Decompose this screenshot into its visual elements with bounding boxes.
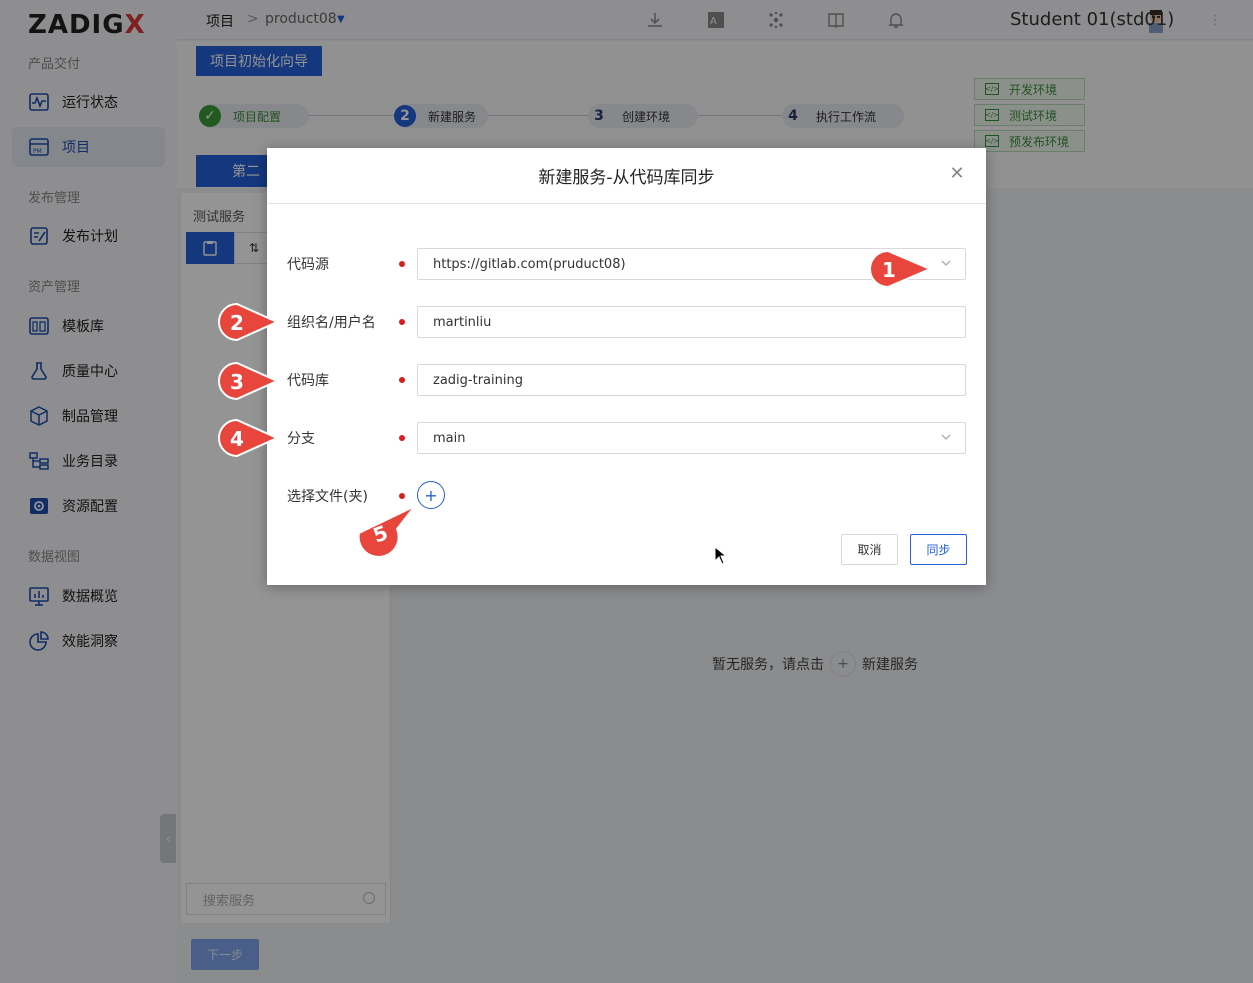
org-label: 组织名/用户名 xyxy=(287,315,376,331)
required-dot xyxy=(399,435,405,441)
required-dot xyxy=(399,319,405,325)
annotation-marker-5: 5 xyxy=(357,505,416,557)
required-dot xyxy=(399,261,405,267)
dialog-title: 新建服务-从代码库同步 xyxy=(538,168,715,188)
add-file-button[interactable]: + xyxy=(417,481,445,509)
sync-button[interactable]: 同步 xyxy=(910,534,967,565)
close-icon[interactable]: ✕ xyxy=(948,165,966,183)
cancel-button[interactable]: 取消 xyxy=(841,534,898,565)
chevron-down-icon xyxy=(939,256,953,270)
source-label: 代码源 xyxy=(287,257,329,273)
annotation-marker-3: 3 xyxy=(218,361,280,401)
dialog-header: 新建服务-从代码库同步 ✕ xyxy=(267,148,986,204)
repo-label: 代码库 xyxy=(287,373,329,389)
svg-text:2: 2 xyxy=(230,311,244,335)
annotation-marker-1: 1 xyxy=(869,249,933,289)
mouse-cursor-icon xyxy=(714,546,728,565)
org-input[interactable]: martinliu xyxy=(417,306,966,338)
branch-select[interactable]: main xyxy=(417,422,966,454)
chevron-down-icon xyxy=(939,430,953,444)
branch-label: 分支 xyxy=(287,431,315,447)
required-dot xyxy=(399,493,405,499)
repo-input[interactable]: zadig-training xyxy=(417,364,966,396)
svg-text:3: 3 xyxy=(230,370,244,394)
required-dot xyxy=(399,377,405,383)
svg-text:4: 4 xyxy=(230,427,244,451)
annotation-marker-4: 4 xyxy=(218,418,280,458)
annotation-marker-2: 2 xyxy=(218,302,280,342)
svg-text:1: 1 xyxy=(882,258,896,282)
